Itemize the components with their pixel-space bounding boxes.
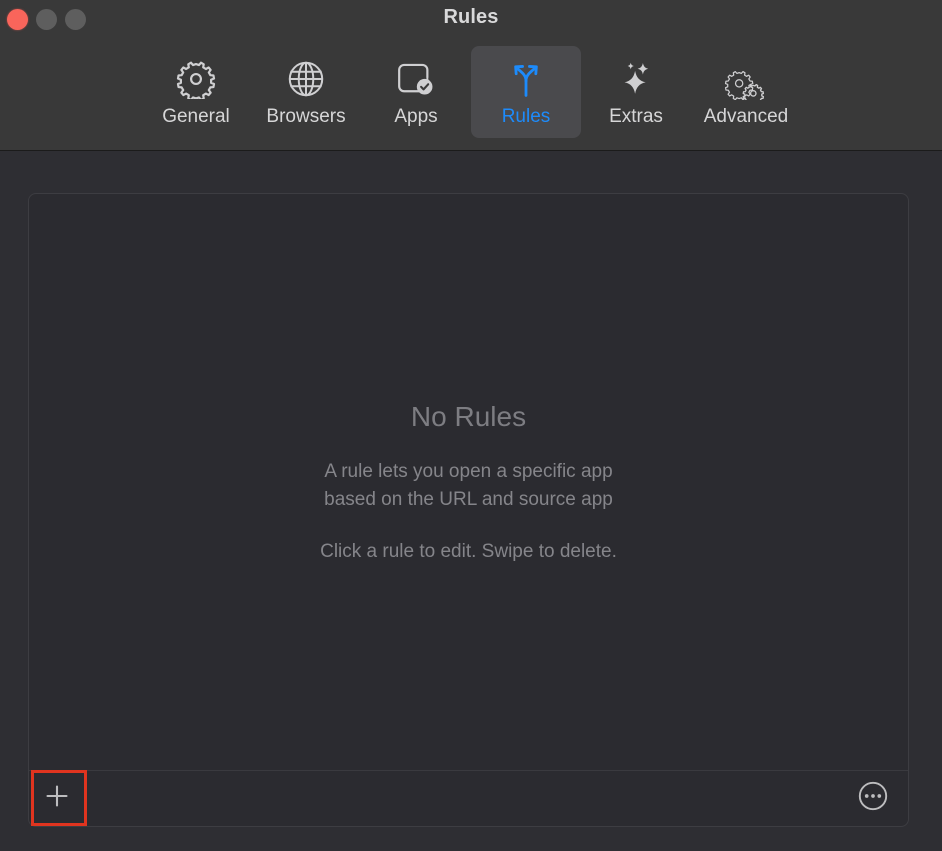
empty-state-hint: Click a rule to edit. Swipe to delete. <box>320 540 617 562</box>
tab-apps-label: Apps <box>394 106 438 127</box>
rules-list-panel: No Rules A rule lets you open a specific… <box>28 193 909 827</box>
tab-browsers[interactable]: Browsers <box>251 46 361 138</box>
gear-icon <box>176 56 216 102</box>
tab-extras-label: Extras <box>609 106 663 127</box>
app-check-icon <box>396 56 436 102</box>
ellipsis-circle-icon <box>858 781 888 816</box>
panel-bottom-bar <box>29 770 908 826</box>
add-rule-button[interactable] <box>32 774 82 824</box>
tab-browsers-label: Browsers <box>266 106 346 127</box>
titlebar: Rules General Browsers Apps Rules Extras… <box>0 0 942 151</box>
tab-rules[interactable]: Rules <box>471 46 581 138</box>
empty-state: No Rules A rule lets you open a specific… <box>29 194 908 769</box>
tab-apps[interactable]: Apps <box>361 46 471 138</box>
preferences-window: Rules General Browsers Apps Rules Extras… <box>0 0 942 851</box>
tab-general[interactable]: General <box>141 46 251 138</box>
empty-state-title: No Rules <box>410 400 527 432</box>
gears-icon <box>724 56 768 102</box>
empty-state-description-line2: based on the URL and source app <box>324 488 613 510</box>
window-title: Rules <box>443 6 499 28</box>
globe-icon <box>285 56 327 102</box>
tab-advanced-label: Advanced <box>703 106 789 127</box>
branch-icon <box>506 56 546 102</box>
plus-icon <box>44 783 70 814</box>
empty-state-description-line1: A rule lets you open a specific app <box>324 460 613 482</box>
sparkles-icon <box>616 56 656 102</box>
tab-extras[interactable]: Extras <box>581 46 691 138</box>
tab-general-label: General <box>162 106 230 127</box>
more-options-button[interactable] <box>851 777 895 821</box>
toolbar-tabs: General Browsers Apps Rules Extras Advan… <box>0 46 942 138</box>
tab-rules-label: Rules <box>501 106 551 127</box>
tab-advanced[interactable]: Advanced <box>691 46 801 138</box>
